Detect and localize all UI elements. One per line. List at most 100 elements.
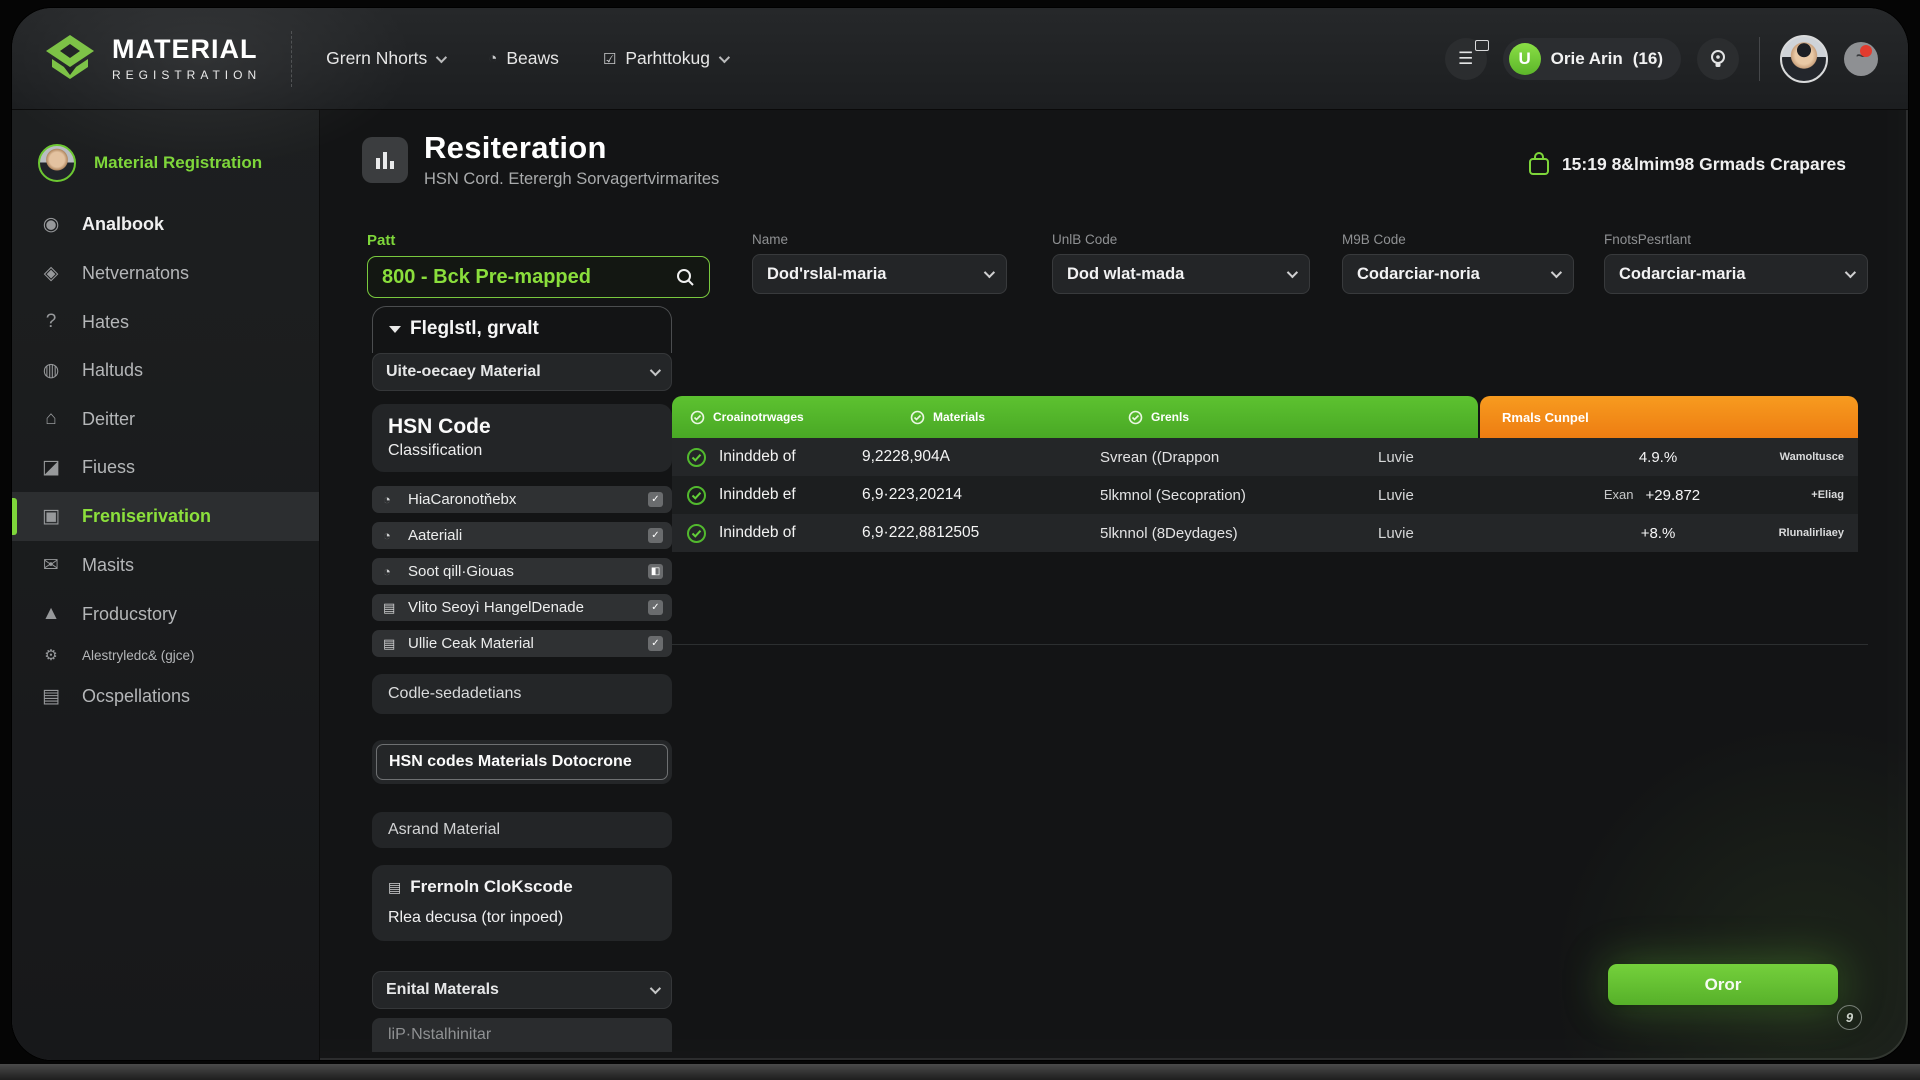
row-percent: +29.872: [1646, 487, 1701, 504]
search-icon[interactable]: [676, 268, 695, 287]
tab-fleglstl[interactable]: Fleglstl, grvalt: [389, 318, 655, 340]
m9b-code-select[interactable]: Codarciar-noria: [1342, 254, 1574, 294]
page-header-tile: [362, 137, 408, 183]
name-select[interactable]: Dod'rslal-maria: [752, 254, 1007, 294]
row-unit: Luvie: [1378, 487, 1568, 504]
checkbox[interactable]: ✓: [648, 636, 663, 651]
checkbox[interactable]: ✓: [648, 600, 663, 615]
table-row[interactable]: Ininddeb of 9,2228,904A Svrean ((Drappon…: [672, 438, 1858, 476]
patt-input[interactable]: 800 - Bck Pre-mapped: [367, 256, 710, 298]
hsn-code-card[interactable]: HSN Code Classification: [372, 404, 672, 472]
cube-icon: ◈: [38, 262, 64, 285]
asrand-material-box[interactable]: Asrand Material: [372, 812, 672, 848]
nav-item-parhttokug[interactable]: ☑ Parhttokug: [603, 48, 727, 69]
tab-label: Fleglstl, grvalt: [410, 318, 539, 340]
sidebar-item-froducstory[interactable]: ▲ Froducstory: [12, 590, 319, 638]
check-item-soot-giouas[interactable]: ◔ Soot qill·Giouas ◧: [372, 558, 672, 585]
header-date-text: 15:19 8&lmim98 Grmads Crapares: [1562, 154, 1846, 175]
notification-icon[interactable]: [1844, 42, 1878, 76]
checkbox[interactable]: ✓: [648, 492, 663, 507]
nav-item-grern-nhorts[interactable]: Grern Nhorts: [326, 48, 444, 69]
topbar-separator: [1759, 37, 1760, 81]
brand-name: MATERIAL: [112, 36, 261, 63]
check-item-hiacaronotnebx[interactable]: ◔ HiaCaronotňebx ✓: [372, 486, 672, 513]
row-check-icon: [686, 485, 707, 506]
documents-button[interactable]: ☰: [1445, 38, 1487, 80]
sidebar-item-label: Analbook: [82, 214, 164, 235]
check-item-label: Aateriali: [408, 527, 638, 544]
user-name: Orie Arin: [1551, 49, 1623, 69]
check-item-label: HiaCaronotňebx: [408, 491, 638, 508]
column-header-croainotrwages[interactable]: Croainotrwages: [690, 410, 902, 425]
sidebar-item-material-registration[interactable]: Material Registration: [12, 136, 319, 200]
fnots-label: FnotsPesrtlant: [1604, 232, 1868, 247]
clokscode-card[interactable]: ▤ Frernoln CloKscode Rlea decusa (tor in…: [372, 865, 672, 941]
check-item-ullie-ceak[interactable]: ▤ Ullie Ceak Material ✓: [372, 630, 672, 657]
sidebar-item-label: Masits: [82, 555, 134, 576]
check-circle-icon: [1128, 410, 1143, 425]
column-header-materials[interactable]: Materials: [910, 410, 1120, 425]
nav-item-beaws[interactable]: ◔ Beaws: [488, 48, 559, 69]
row-prefix: Exan: [1604, 487, 1634, 504]
sidebar-item-alestryledc[interactable]: ⚙ Alestryledc& (gjce): [12, 638, 319, 672]
materials-table: Croainotrwages Materials: [672, 396, 1858, 552]
column-header-grenls[interactable]: Grenls: [1128, 410, 1189, 425]
envelope-icon: ✉: [38, 554, 64, 577]
table-row[interactable]: Ininddeb of 6,9·222,8812505 5lknnol (8De…: [672, 514, 1858, 552]
row-code: 9,2228,904A: [862, 448, 1100, 466]
table-header-orange[interactable]: Rmals Cunpel: [1480, 396, 1858, 438]
checkbox[interactable]: ✓: [648, 528, 663, 543]
timer-icon: ◔: [383, 492, 398, 507]
enital-materials-dropdown[interactable]: Enital Materals: [372, 971, 672, 1009]
checkbox[interactable]: ◧: [648, 564, 663, 579]
m9b-code-value: Codarciar-noria: [1357, 265, 1551, 284]
sidebar-item-label: Froducstory: [82, 604, 177, 625]
check-item-label: Ullie Ceak Material: [408, 635, 638, 652]
user-count: (16): [1633, 49, 1663, 69]
sidebar-item-deitter[interactable]: ⌂ Deitter: [12, 395, 319, 443]
document-list-icon: ☰: [1458, 49, 1473, 69]
hsn-codes-dotocrone-label: HSN codes Materials Dotocrone: [376, 744, 668, 780]
sidebar-item-masits[interactable]: ✉ Masits: [12, 541, 319, 590]
nstalhinitar-label: liP·Nstalhinitar: [388, 1026, 491, 1044]
hsn-codes-dotocrone-box[interactable]: HSN codes Materials Dotocrone: [372, 740, 672, 784]
table-row[interactable]: Ininddeb ef 6,9·223,20214 5lkmnol (Secop…: [672, 476, 1858, 514]
bar-chart-icon: [373, 148, 397, 172]
nstalhinitar-box[interactable]: liP·Nstalhinitar: [372, 1018, 672, 1052]
beaws-icon: ◔: [488, 50, 497, 67]
sidebar-item-fiuess[interactable]: ◪ Fiuess: [12, 443, 319, 492]
idea-button[interactable]: [1697, 38, 1739, 80]
nav-label: Parhttokug: [625, 48, 710, 69]
row-unit: Luvie: [1378, 525, 1568, 542]
check-list: ◔ HiaCaronotňebx ✓ ◔ Aateriali ✓ ◔ Soot …: [372, 486, 672, 657]
unlb-code-value: Dod wlat-mada: [1067, 265, 1287, 284]
sidebar-item-haltuds[interactable]: ◍ Haltuds: [12, 346, 319, 395]
sidebar-item-netvernatons[interactable]: ◈ Netvernatons: [12, 249, 319, 298]
unlb-code-field-group: UnlB Code Dod wlat-mada: [1052, 232, 1310, 294]
unlb-code-select[interactable]: Dod wlat-mada: [1052, 254, 1310, 294]
sidebar-item-hates[interactable]: ? Hates: [12, 298, 319, 346]
sidebar-item-analbook[interactable]: ◉ Analbook: [12, 200, 319, 249]
row-tag: Rlunalirliaey: [1736, 527, 1844, 539]
material-type-dropdown[interactable]: Uite-oecaey Material: [372, 353, 672, 391]
sidebar-item-freniserivation[interactable]: ▣ Freniserivation: [12, 492, 319, 541]
check-circle-icon: [690, 410, 705, 425]
user-pill[interactable]: U Orie Arin (16): [1503, 38, 1681, 80]
layers-icon: ▤: [38, 685, 64, 708]
codle-sedadetians-box[interactable]: Codle-sedadetians: [372, 674, 672, 714]
check-item-vlito-hangeldenade[interactable]: ▤ Vlito Seoyì HangelDenade ✓: [372, 594, 672, 621]
asrand-material-label: Asrand Material: [388, 821, 500, 839]
fnots-select[interactable]: Codarciar-maria: [1604, 254, 1868, 294]
home-icon: ⌂: [38, 408, 64, 430]
check-item-aateriali[interactable]: ◔ Aateriali ✓: [372, 522, 672, 549]
caret-down-icon: [389, 326, 401, 333]
corner-badge-icon: 9: [1837, 1005, 1862, 1030]
avatar[interactable]: [1780, 35, 1828, 83]
row-name: Ininddeb of: [719, 448, 796, 466]
oror-submit-button[interactable]: Oror: [1608, 964, 1838, 1005]
clokscode-subtitle: Rlea decusa (tor inpoed): [388, 909, 656, 927]
chevron-down-icon: [650, 365, 661, 376]
brand-logo-icon: [42, 31, 98, 87]
sidebar-item-ocspellations[interactable]: ▤ Ocspellations: [12, 672, 319, 721]
main-content: Resiteration HSN Cord. Eterergh Sorvager…: [320, 110, 1908, 1060]
